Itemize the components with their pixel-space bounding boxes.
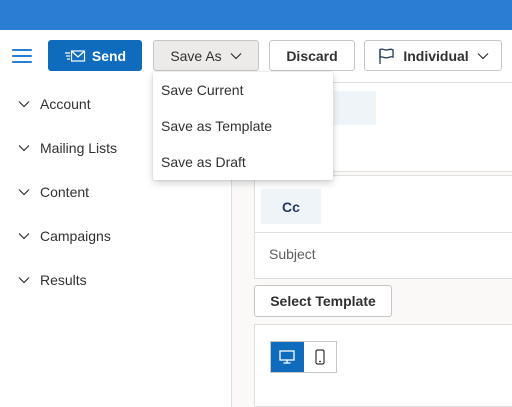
sidebar-item-label: Campaigns xyxy=(40,228,111,244)
menu-item-label: Save Current xyxy=(161,82,244,98)
flag-icon xyxy=(379,47,394,64)
cc-button[interactable]: Cc xyxy=(261,189,321,224)
menu-item-label: Save as Draft xyxy=(161,154,246,170)
sidebar-item-label: Mailing Lists xyxy=(40,140,118,156)
save-as-menu: Save Current Save as Template Save as Dr… xyxy=(153,72,333,180)
individual-label: Individual xyxy=(403,47,469,64)
divider xyxy=(255,232,512,233)
menu-item-save-current[interactable]: Save Current xyxy=(153,72,333,108)
chevron-down-icon xyxy=(18,277,30,284)
chevron-down-icon xyxy=(18,233,30,240)
device-preview-toggle xyxy=(270,341,337,373)
app-header-bar xyxy=(0,0,512,30)
menu-item-save-as-draft[interactable]: Save as Draft xyxy=(153,144,333,180)
sidebar-item-label: Results xyxy=(40,272,87,288)
hamburger-icon[interactable] xyxy=(8,42,36,70)
send-button[interactable]: Send xyxy=(48,40,142,71)
chevron-down-icon xyxy=(18,145,30,152)
send-button-label: Send xyxy=(91,47,127,64)
chevron-down-icon xyxy=(18,101,30,108)
to-button[interactable] xyxy=(334,91,376,125)
sidebar-item-campaigns[interactable]: Campaigns xyxy=(0,214,231,258)
save-as-button-label: Save As xyxy=(170,47,222,64)
menu-item-label: Save as Template xyxy=(161,118,273,134)
desktop-icon xyxy=(279,350,295,364)
individual-dropdown[interactable]: Individual xyxy=(364,40,502,71)
cc-label: Cc xyxy=(282,198,300,215)
discard-button[interactable]: Discard xyxy=(269,40,355,71)
desktop-view-button[interactable] xyxy=(271,342,304,372)
mobile-view-button[interactable] xyxy=(304,342,337,372)
select-template-label: Select Template xyxy=(270,293,376,309)
mobile-icon xyxy=(315,349,325,365)
sidebar-item-label: Content xyxy=(40,184,90,200)
send-icon xyxy=(64,49,85,62)
chevron-down-icon xyxy=(477,52,489,59)
select-template-button[interactable]: Select Template xyxy=(254,285,392,317)
menu-item-save-as-template[interactable]: Save as Template xyxy=(153,108,333,144)
cc-subject-panel: Cc Subject xyxy=(254,175,512,279)
sidebar-item-results[interactable]: Results xyxy=(0,258,231,302)
chevron-down-icon xyxy=(18,189,30,196)
save-as-button[interactable]: Save As xyxy=(153,40,259,71)
subject-field[interactable]: Subject xyxy=(269,246,316,262)
sidebar-item-label: Account xyxy=(40,96,91,112)
discard-button-label: Discard xyxy=(286,47,338,64)
chevron-down-icon xyxy=(230,52,242,59)
